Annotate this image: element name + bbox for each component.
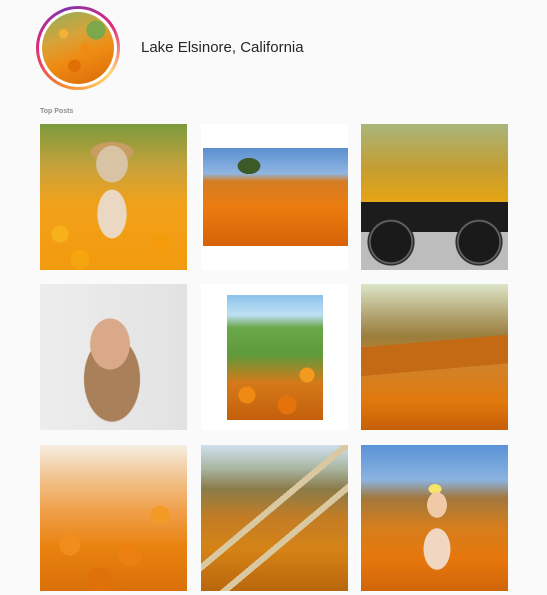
top-posts-label: Top Posts <box>40 108 74 115</box>
post-motorcycle-poppy-hills[interactable] <box>361 124 508 270</box>
post-photo <box>227 295 323 420</box>
post-photo <box>203 148 348 246</box>
location-header: Lake Elsinore, California <box>36 6 516 90</box>
location-title: Lake Elsinore, California <box>141 39 304 56</box>
location-avatar[interactable] <box>36 6 120 90</box>
post-poppy-closeup[interactable] <box>40 445 187 591</box>
location-avatar-image <box>42 12 114 84</box>
post-winding-trail-poppies[interactable] <box>201 445 348 591</box>
post-woman-yellow-bow-poppies[interactable] <box>361 445 508 591</box>
post-woman-dreadlocks-portrait[interactable] <box>40 284 187 430</box>
post-poppy-field-tree[interactable] <box>201 124 348 270</box>
post-poppy-valley-hills[interactable] <box>361 284 508 430</box>
post-poppy-hillside-vertical[interactable] <box>201 284 348 430</box>
post-woman-in-poppies-hat[interactable] <box>40 124 187 270</box>
